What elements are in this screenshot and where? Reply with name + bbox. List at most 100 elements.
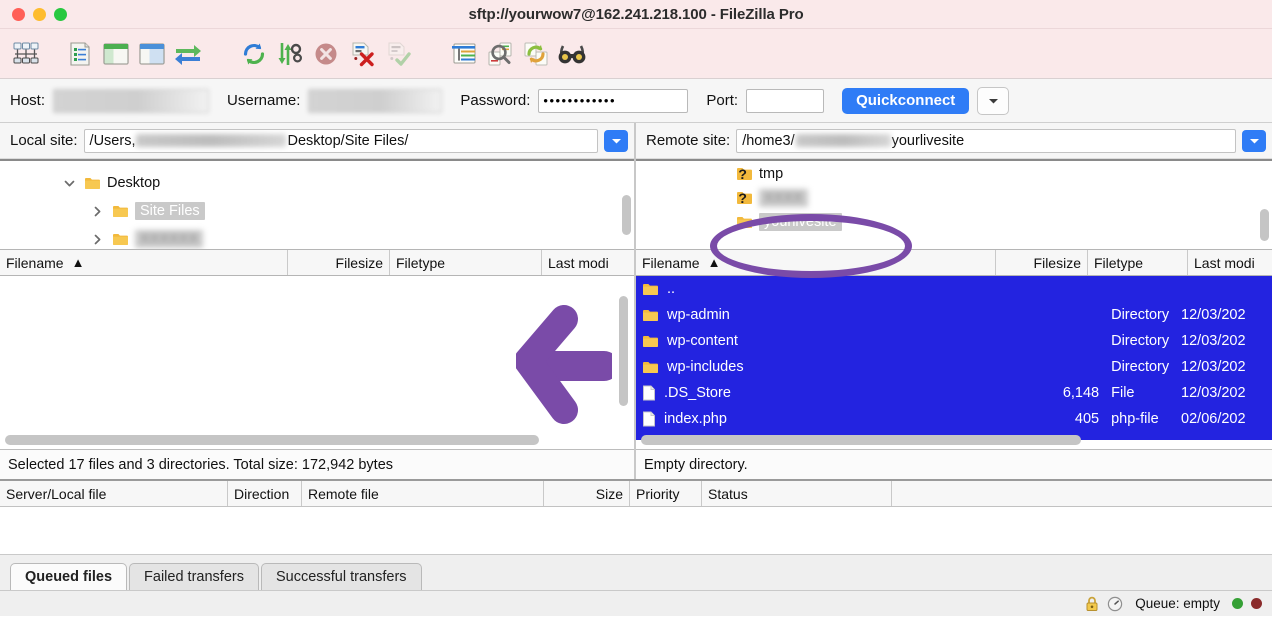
local-list-vscrollbar[interactable] — [619, 296, 628, 406]
table-row[interactable]: wp-admin Directory 12/03/202 — [636, 302, 1272, 328]
tree-twisty-collapsed[interactable] — [62, 159, 76, 161]
queue-col-status[interactable]: Status — [702, 481, 892, 506]
table-row[interactable]: index.php 405 php-file 02/06/202 — [636, 406, 1272, 432]
remote-col-filename[interactable]: Filename ▲ — [636, 250, 996, 275]
site-manager-icon[interactable] — [8, 34, 44, 74]
remote-row-lastmodified: 02/06/202 — [1181, 411, 1246, 427]
queue-list[interactable] — [0, 507, 1272, 554]
local-tree-item[interactable]: Site Files — [0, 197, 634, 225]
file-icon — [643, 385, 655, 401]
local-col-lastmodified-label: Last modi — [548, 254, 609, 271]
remote-col-filetype-label: Filetype — [1094, 254, 1144, 271]
remote-pane: Remote site: /home3/yourlivesite ? tmp? XX… — [636, 123, 1272, 479]
tree-twisty-expanded[interactable] — [62, 179, 76, 188]
tab-failed-transfers[interactable]: Failed transfers — [129, 563, 259, 590]
remote-row-filetype: Directory — [1111, 307, 1170, 323]
remote-row-lastmodified: 12/03/202 — [1181, 307, 1246, 323]
remote-col-filesize[interactable]: Filesize — [996, 250, 1088, 275]
local-tree-item[interactable]: Desktop — [0, 169, 634, 197]
local-directory-tree[interactable]: Creative Cloud Files Desktop Site Files XXX… — [0, 159, 634, 249]
table-row[interactable]: wp-includes Directory 12/03/202 — [636, 354, 1272, 380]
local-site-path-input[interactable]: /Users, Desktop/Site Files/ — [83, 128, 598, 153]
find-files-icon[interactable] — [554, 34, 590, 74]
queue-col-direction[interactable]: Direction — [228, 481, 302, 506]
local-col-filesize-label: Filesize — [335, 254, 383, 271]
remote-tree-item[interactable]: ? tmp — [636, 162, 1272, 186]
queue-col-size-label: Size — [595, 485, 623, 502]
toggle-transfer-queue-icon[interactable] — [170, 34, 206, 74]
synchronized-browsing-icon[interactable] — [518, 34, 554, 74]
filter-icon[interactable] — [446, 34, 482, 74]
remote-col-filetype[interactable]: Filetype — [1088, 250, 1188, 275]
local-tree-item[interactable]: XXXXXX — [0, 225, 634, 249]
compare-directories-icon[interactable] — [482, 34, 518, 74]
tree-twisty-collapsed[interactable] — [90, 234, 104, 245]
folder-icon — [736, 215, 753, 229]
folder-icon — [112, 204, 129, 218]
remote-path-suffix: yourlivesite — [891, 132, 965, 149]
port-input[interactable] — [746, 88, 825, 113]
reconnect-icon[interactable] — [380, 34, 416, 74]
table-row[interactable]: wp-content Directory 12/03/202 — [636, 328, 1272, 354]
queue-col-size[interactable]: Size — [544, 481, 630, 506]
queue-col-serverlocalfile-label: Server/Local file — [6, 485, 107, 502]
local-tree-item[interactable]: Creative Cloud Files — [0, 159, 634, 169]
disconnect-icon[interactable] — [344, 34, 380, 74]
username-input[interactable] — [308, 88, 443, 113]
remote-tree-item-label: XXXX — [759, 189, 808, 207]
quickconnect-history-dropdown[interactable] — [977, 86, 1010, 115]
folder-icon — [643, 310, 658, 321]
remote-site-dropdown[interactable] — [1242, 129, 1266, 152]
queue-col-remotefile-label: Remote file — [308, 485, 379, 502]
local-col-filetype[interactable]: Filetype — [390, 250, 542, 275]
quickconnect-button[interactable]: Quickconnect — [842, 87, 970, 114]
remote-directory-tree[interactable]: ? tmp? XXXX yourlivesite — [636, 159, 1272, 249]
queue-col-priority[interactable]: Priority — [630, 481, 702, 506]
queue-col-direction-label: Direction — [234, 485, 290, 502]
local-tree-scrollbar[interactable] — [622, 195, 631, 235]
table-row[interactable]: .DS_Store 6,148 File 12/03/202 — [636, 380, 1272, 406]
chevron-down-icon — [64, 180, 74, 186]
refresh-icon[interactable] — [236, 34, 272, 74]
tree-twisty-collapsed[interactable] — [90, 206, 104, 217]
local-tree-item-label: Creative Cloud Files — [107, 161, 238, 163]
remote-col-filesize-label: Filesize — [1033, 254, 1081, 271]
local-col-filesize[interactable]: Filesize — [288, 250, 390, 275]
local-site-dropdown[interactable] — [604, 129, 628, 152]
password-input[interactable]: •••••••••••• — [538, 88, 689, 113]
local-tree-item-label: XXXXXX — [135, 230, 204, 248]
remote-tree-item[interactable]: ? XXXX — [636, 186, 1272, 210]
tab-successful-transfers[interactable]: Successful transfers — [260, 563, 422, 590]
local-file-list[interactable] — [0, 276, 634, 449]
queue-col-serverlocalfile[interactable]: Server/Local file — [0, 481, 228, 506]
local-column-headers: Filename ▲ Filesize Filetype Last modi — [0, 249, 634, 276]
host-input[interactable] — [53, 88, 210, 113]
sort-ascending-icon: ▲ — [707, 255, 721, 270]
process-queue-icon[interactable] — [272, 34, 308, 74]
zoom-button[interactable] — [54, 7, 67, 21]
queue-col-remotefile[interactable]: Remote file — [302, 481, 544, 506]
remote-tree-item[interactable]: yourlivesite — [636, 210, 1272, 234]
folder-icon — [642, 282, 659, 296]
tab-queued-files[interactable]: Queued files — [10, 563, 128, 590]
remote-file-list[interactable]: .. wp-admin Directory 12/03/202 wp-content Di… — [636, 276, 1272, 449]
local-list-hscrollbar[interactable] — [5, 435, 539, 445]
remote-col-lastmodified[interactable]: Last modi — [1188, 250, 1272, 275]
unknown-folder-icon: ? — [737, 166, 752, 182]
remote-site-path-input[interactable]: /home3/yourlivesite — [736, 128, 1236, 153]
local-col-filename[interactable]: Filename ▲ — [0, 250, 288, 275]
remote-row-filetype: File — [1111, 385, 1135, 401]
table-row[interactable]: .. — [636, 276, 1272, 302]
minimize-button[interactable] — [33, 7, 46, 21]
toggle-remote-tree-icon[interactable] — [134, 34, 170, 74]
queue-column-headers: Server/Local file Direction Remote file … — [0, 479, 1272, 507]
chevron-right-icon — [94, 206, 100, 216]
toggle-message-log-icon[interactable] — [62, 34, 98, 74]
remote-tree-scrollbar[interactable] — [1260, 209, 1269, 241]
toggle-local-tree-icon[interactable] — [98, 34, 134, 74]
local-col-lastmodified[interactable]: Last modi — [542, 250, 632, 275]
remote-row-filename-cell: index.php — [636, 411, 979, 427]
remote-list-hscrollbar[interactable] — [641, 435, 1081, 445]
close-button[interactable] — [12, 7, 25, 21]
cancel-icon[interactable] — [308, 34, 344, 74]
